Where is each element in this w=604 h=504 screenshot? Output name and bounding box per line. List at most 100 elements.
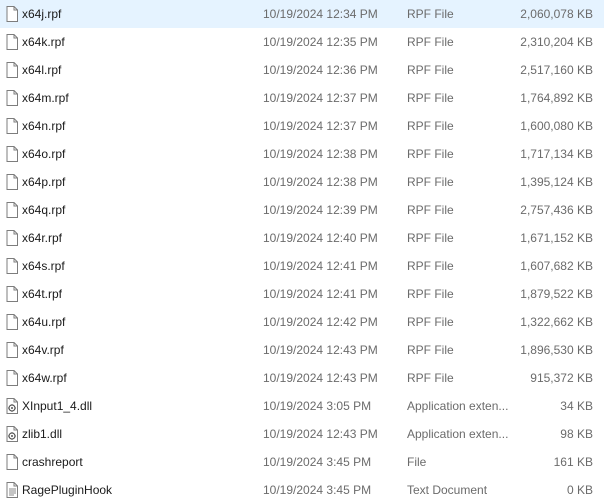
- file-type: RPF File: [407, 175, 454, 189]
- file-size: 1,764,892 KB: [520, 91, 593, 105]
- file-row[interactable]: x64k.rpf 10/19/2024 12:35 PM RPF File 2,310…: [0, 28, 604, 56]
- file-icon: [3, 61, 21, 79]
- file-date-modified: 10/19/2024 12:37 PM: [263, 119, 378, 133]
- file-row[interactable]: XInput1_4.dll 10/19/2024 3:05 PM Applicati…: [0, 392, 604, 420]
- file-row[interactable]: zlib1.dll 10/19/2024 12:43 PM Application …: [0, 420, 604, 448]
- file-type: RPF File: [407, 343, 454, 357]
- file-size: 2,757,436 KB: [520, 203, 593, 217]
- file-size: 98 KB: [560, 427, 593, 441]
- file-date-modified: 10/19/2024 12:34 PM: [263, 7, 378, 21]
- file-name: x64p.rpf: [22, 175, 66, 189]
- file-type: RPF File: [407, 371, 454, 385]
- file-name: RagePluginHook: [22, 483, 113, 497]
- file-row[interactable]: x64n.rpf 10/19/2024 12:37 PM RPF File 1,600…: [0, 112, 604, 140]
- file-name: x64o.rpf: [22, 147, 66, 161]
- file-type: RPF File: [407, 203, 454, 217]
- file-icon: [3, 201, 21, 219]
- file-date-modified: 10/19/2024 12:43 PM: [263, 427, 378, 441]
- file-name: zlib1.dll: [22, 427, 63, 441]
- file-date-modified: 10/19/2024 12:43 PM: [263, 343, 378, 357]
- file-type: RPF File: [407, 147, 454, 161]
- file-row[interactable]: x64s.rpf 10/19/2024 12:41 PM RPF File 1,607…: [0, 252, 604, 280]
- file-type: Text Document: [407, 483, 488, 497]
- file-name: XInput1_4.dll: [22, 399, 93, 413]
- file-size: 2,517,160 KB: [520, 63, 593, 77]
- file-type: Application exten...: [407, 427, 509, 441]
- file-icon: [3, 257, 21, 275]
- file-icon: [3, 369, 21, 387]
- file-icon: [3, 89, 21, 107]
- file-type: RPF File: [407, 7, 454, 21]
- file-name: x64j.rpf: [22, 7, 62, 21]
- file-size: 2,310,204 KB: [520, 35, 593, 49]
- file-name: x64w.rpf: [22, 371, 67, 385]
- file-row[interactable]: crashreport 10/19/2024 3:45 PM File 161 KB: [0, 448, 604, 476]
- file-size: 1,671,152 KB: [520, 231, 593, 245]
- file-name: x64s.rpf: [22, 259, 65, 273]
- file-icon: [3, 5, 21, 23]
- file-icon: [3, 285, 21, 303]
- file-icon: [3, 341, 21, 359]
- file-size: 34 KB: [560, 399, 593, 413]
- file-row[interactable]: x64q.rpf 10/19/2024 12:39 PM RPF File 2,757…: [0, 196, 604, 224]
- file-type: RPF File: [407, 315, 454, 329]
- file-row[interactable]: x64o.rpf 10/19/2024 12:38 PM RPF File 1,717…: [0, 140, 604, 168]
- file-row[interactable]: x64w.rpf 10/19/2024 12:43 PM RPF File 915,3…: [0, 364, 604, 392]
- file-name: x64r.rpf: [22, 231, 63, 245]
- file-type: RPF File: [407, 119, 454, 133]
- file-type: RPF File: [407, 259, 454, 273]
- file-size: 1,600,080 KB: [520, 119, 593, 133]
- file-date-modified: 10/19/2024 12:40 PM: [263, 231, 378, 245]
- file-type: RPF File: [407, 231, 454, 245]
- file-name: x64t.rpf: [22, 287, 63, 301]
- file-size: 2,060,078 KB: [520, 7, 593, 21]
- file-name: x64q.rpf: [22, 203, 66, 217]
- file-name: x64n.rpf: [22, 119, 66, 133]
- file-type: RPF File: [407, 35, 454, 49]
- file-name: crashreport: [22, 455, 83, 469]
- file-row[interactable]: x64m.rpf 10/19/2024 12:37 PM RPF File 1,764…: [0, 84, 604, 112]
- file-date-modified: 10/19/2024 12:41 PM: [263, 287, 378, 301]
- file-date-modified: 10/19/2024 12:43 PM: [263, 371, 378, 385]
- file-row[interactable]: x64u.rpf 10/19/2024 12:42 PM RPF File 1,322…: [0, 308, 604, 336]
- file-type: File: [407, 455, 427, 469]
- file-name: x64v.rpf: [22, 343, 64, 357]
- file-row[interactable]: x64t.rpf 10/19/2024 12:41 PM RPF File 1,879…: [0, 280, 604, 308]
- file-type: RPF File: [407, 63, 454, 77]
- file-size: 915,372 KB: [530, 371, 593, 385]
- file-date-modified: 10/19/2024 12:35 PM: [263, 35, 378, 49]
- file-row[interactable]: x64r.rpf 10/19/2024 12:40 PM RPF File 1,671…: [0, 224, 604, 252]
- dll-gear-icon: [3, 397, 21, 415]
- file-icon: [3, 145, 21, 163]
- file-type: Application exten...: [407, 399, 509, 413]
- file-date-modified: 10/19/2024 3:45 PM: [263, 483, 372, 497]
- file-date-modified: 10/19/2024 12:37 PM: [263, 91, 378, 105]
- file-row[interactable]: x64v.rpf 10/19/2024 12:43 PM RPF File 1,896…: [0, 336, 604, 364]
- file-date-modified: 10/19/2024 12:41 PM: [263, 259, 378, 273]
- file-type: RPF File: [407, 91, 454, 105]
- file-date-modified: 10/19/2024 12:38 PM: [263, 147, 378, 161]
- file-name: x64u.rpf: [22, 315, 66, 329]
- file-size: 161 KB: [553, 455, 593, 469]
- file-row[interactable]: x64l.rpf 10/19/2024 12:36 PM RPF File 2,517…: [0, 56, 604, 84]
- dll-gear-icon: [3, 425, 21, 443]
- file-icon: [3, 33, 21, 51]
- file-name: x64k.rpf: [22, 35, 65, 49]
- file-name: x64m.rpf: [22, 91, 69, 105]
- file-icon: [3, 173, 21, 191]
- file-date-modified: 10/19/2024 12:38 PM: [263, 175, 378, 189]
- file-icon: [3, 453, 21, 471]
- file-row[interactable]: x64p.rpf 10/19/2024 12:38 PM RPF File 1,395…: [0, 168, 604, 196]
- file-name: x64l.rpf: [22, 63, 62, 77]
- file-size: 0 KB: [566, 483, 593, 497]
- file-list: x64j.rpf 10/19/2024 12:34 PM RPF File 2,060…: [0, 0, 604, 501]
- file-row[interactable]: x64j.rpf 10/19/2024 12:34 PM RPF File 2,060…: [0, 0, 604, 28]
- file-size: 1,607,682 KB: [520, 259, 593, 273]
- file-size: 1,322,662 KB: [520, 315, 593, 329]
- file-date-modified: 10/19/2024 3:45 PM: [263, 455, 372, 469]
- file-date-modified: 10/19/2024 12:39 PM: [263, 203, 378, 217]
- file-size: 1,879,522 KB: [520, 287, 593, 301]
- file-row[interactable]: RagePluginHook 10/19/2024 3:45 PM Text Doc…: [0, 476, 604, 504]
- file-icon: [3, 117, 21, 135]
- file-size: 1,896,530 KB: [520, 343, 593, 357]
